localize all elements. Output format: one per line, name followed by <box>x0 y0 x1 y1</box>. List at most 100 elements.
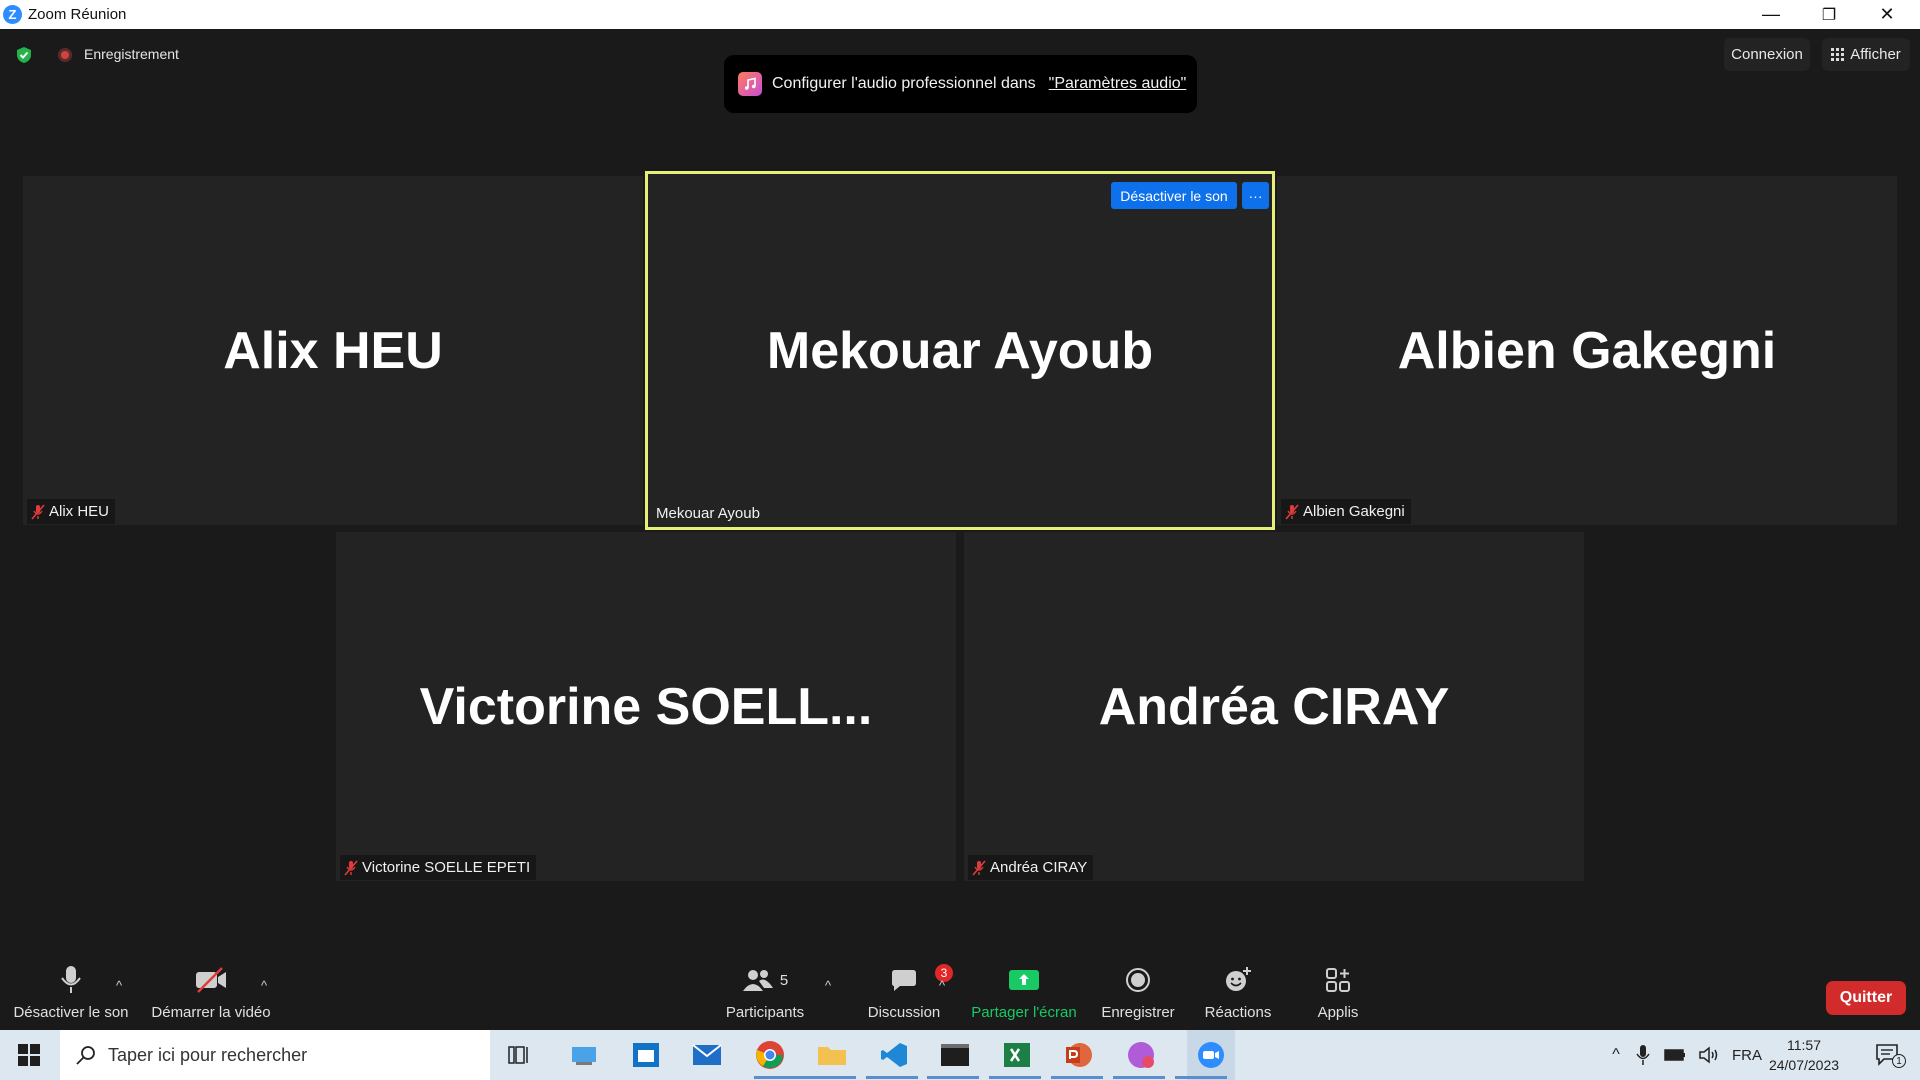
window-title: Zoom Réunion <box>28 6 127 23</box>
taskbar-search-box[interactable]: Taper ici pour rechercher <box>60 1030 490 1080</box>
participants-options-caret[interactable]: ^ <box>825 978 831 993</box>
apps-button[interactable]: Applis <box>1298 960 1378 1030</box>
notification-center-button[interactable]: 1 <box>1866 1030 1910 1080</box>
explorer-icon[interactable] <box>567 1038 601 1072</box>
share-screen-label: Partager l'écran <box>971 1004 1077 1021</box>
record-button[interactable]: Enregistrer <box>1098 960 1178 1030</box>
muted-mic-icon <box>344 859 358 876</box>
audio-settings-link[interactable]: "Paramètres audio" <box>1049 75 1187 93</box>
recording-icon <box>58 48 72 62</box>
active-app-indicator <box>804 1076 856 1079</box>
participant-name-large: Albien Gakegni <box>1397 321 1777 380</box>
participant-label-text: Alix HEU <box>49 503 110 520</box>
active-app-indicator <box>989 1076 1041 1079</box>
terminal-icon[interactable] <box>938 1038 972 1072</box>
show-hidden-icons-caret[interactable]: ^ <box>1604 1046 1628 1064</box>
folder-icon[interactable] <box>815 1038 849 1072</box>
reactions-icon <box>1226 967 1251 991</box>
clock-time: 11:57 <box>1787 1037 1821 1053</box>
record-label: Enregistrer <box>1101 1004 1175 1021</box>
connexion-button[interactable]: Connexion <box>1724 38 1810 71</box>
participant-label-text: Andréa CIRAY <box>990 859 1088 876</box>
excel-icon[interactable] <box>1000 1038 1034 1072</box>
clock-date: 24/07/2023 <box>1768 1057 1840 1073</box>
participant-tile[interactable]: Andréa CIRAY Andréa CIRAY <box>964 532 1584 881</box>
zoom-logo-icon: Z <box>3 5 22 24</box>
chat-button[interactable]: 3 Discussion <box>862 960 953 1030</box>
participants-count: 5 <box>779 971 789 989</box>
view-button-label: Afficher <box>1850 46 1901 63</box>
participant-label: Victorine SOELLE EPETI <box>340 855 537 880</box>
participants-label: Participants <box>725 1004 805 1021</box>
leave-meeting-button[interactable]: Quitter <box>1826 981 1906 1015</box>
muted-mic-icon <box>972 859 986 876</box>
participant-label-text: Victorine SOELLE EPETI <box>362 859 531 876</box>
participant-name-large: Alix HEU <box>223 321 443 380</box>
battery-icon[interactable] <box>1664 1048 1686 1062</box>
participant-label: Mekouar Ayoub <box>652 501 766 526</box>
active-app-indicator <box>1051 1076 1103 1079</box>
windows-start-icon[interactable] <box>12 1038 46 1072</box>
speaker-icon[interactable] <box>1698 1045 1720 1065</box>
task-view-icon[interactable] <box>503 1038 537 1072</box>
active-app-indicator <box>1113 1076 1165 1079</box>
reactions-label: Réactions <box>1204 1004 1272 1021</box>
vscode-icon[interactable] <box>877 1038 911 1072</box>
video-off-icon <box>196 967 226 993</box>
mute-participant-button[interactable]: Désactiver le son <box>1111 182 1237 209</box>
zoom-icon[interactable] <box>1187 1030 1235 1080</box>
messenger-icon[interactable] <box>1124 1038 1158 1072</box>
mute-button-label: Désactiver le son <box>13 1004 129 1021</box>
powerpoint-icon[interactable] <box>1062 1038 1096 1072</box>
participant-tile[interactable]: Alix HEU Alix HEU <box>23 176 643 525</box>
mail-icon[interactable] <box>690 1038 724 1072</box>
muted-mic-icon <box>31 503 45 520</box>
music-note-icon <box>738 72 762 96</box>
active-speaker-tile[interactable]: Mekouar Ayoub Désactiver le son ··· Meko… <box>645 171 1275 530</box>
participant-name-large: Mekouar Ayoub <box>766 321 1154 380</box>
input-language[interactable]: FRA <box>1732 1047 1762 1064</box>
notification-count: 1 <box>1892 1054 1906 1068</box>
video-options-caret[interactable]: ^ <box>261 978 267 993</box>
active-app-indicator <box>927 1076 979 1079</box>
participant-tile[interactable]: Victorine SOELL... Victorine SOELLE EPET… <box>336 532 956 881</box>
chrome-icon[interactable] <box>753 1038 787 1072</box>
participant-name-large: Victorine SOELL... <box>419 677 873 736</box>
view-button[interactable]: Afficher <box>1822 38 1910 71</box>
reactions-button[interactable]: Réactions <box>1198 960 1278 1030</box>
restore-button[interactable]: ❐ <box>1800 0 1858 29</box>
microphone-tray-icon[interactable] <box>1636 1044 1650 1066</box>
apps-label: Applis <box>1317 1004 1359 1021</box>
grid-icon <box>1831 48 1845 61</box>
record-icon <box>1126 968 1150 992</box>
clock[interactable]: 11:57 24/07/2023 <box>1762 1030 1846 1080</box>
mute-button[interactable]: Désactiver le son <box>10 960 132 1030</box>
participants-button[interactable]: 5 Participants <box>722 960 808 1030</box>
active-app-indicator <box>754 1076 806 1079</box>
calendar-icon[interactable] <box>629 1038 663 1072</box>
start-video-button[interactable]: Démarrer la vidéo <box>146 960 276 1030</box>
minimize-button[interactable]: — <box>1742 0 1800 29</box>
participant-label-text: Albien Gakegni <box>1303 503 1405 520</box>
recording-label[interactable]: Enregistrement <box>84 46 179 62</box>
chat-icon <box>892 970 916 991</box>
participants-icon <box>742 970 773 991</box>
participant-tile[interactable]: Albien Gakegni Albien Gakegni <box>1277 176 1897 525</box>
meeting-area: Enregistrement Connexion Afficher Config… <box>0 29 1920 1030</box>
more-options-button[interactable]: ··· <box>1242 182 1269 209</box>
audio-options-caret[interactable]: ^ <box>116 978 122 993</box>
meeting-toolbar: Désactiver le son ^ Démarrer la vidéo ^ … <box>0 960 1920 1030</box>
participant-label: Alix HEU <box>27 499 116 524</box>
toast-text: Configurer l'audio professionnel dans <box>772 75 1036 92</box>
chat-options-caret[interactable]: ^ <box>939 978 945 993</box>
close-window-button[interactable]: ✕ <box>1858 0 1916 29</box>
participant-label: Albien Gakegni <box>1281 499 1411 524</box>
window-titlebar: Z Zoom Réunion — ❐ ✕ <box>0 0 1920 29</box>
share-screen-button[interactable]: Partager l'écran <box>964 960 1084 1030</box>
share-screen-icon <box>1009 970 1039 990</box>
chat-label: Discussion <box>867 1004 941 1021</box>
system-tray: ^ FRA <box>1604 1030 1762 1080</box>
security-shield-icon[interactable] <box>16 46 32 64</box>
participant-label: Andréa CIRAY <box>968 855 1094 880</box>
search-placeholder: Taper ici pour rechercher <box>108 1044 308 1065</box>
